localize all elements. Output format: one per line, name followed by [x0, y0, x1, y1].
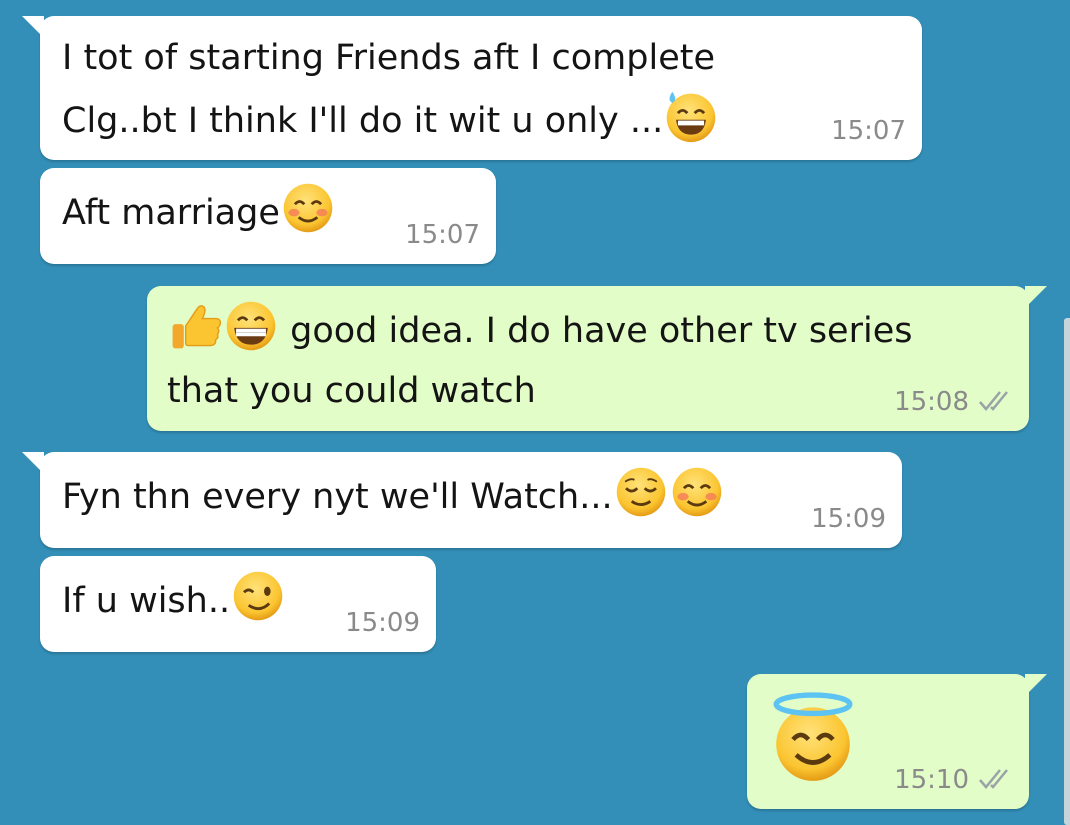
message-text: good idea. I do have other tv series tha…	[167, 298, 912, 421]
message-timestamp: 15:09	[811, 504, 886, 534]
message-timestamp: 15:07	[831, 116, 906, 146]
message-text: Aft marriage	[62, 180, 336, 243]
relieved-emoji-icon	[616, 467, 665, 517]
message-bubble-incoming[interactable]: Aft marriage 15:07	[40, 168, 496, 264]
smiling-blush-emoji-icon	[283, 183, 333, 233]
message-text: I tot of starting Friends aft I complete…	[62, 28, 719, 151]
thumbs-up-emoji-icon	[172, 305, 222, 349]
message-timestamp: 15:07	[405, 220, 480, 250]
read-ticks-icon	[979, 391, 1008, 411]
message-bubble-outgoing[interactable]: 15:10	[747, 674, 1047, 809]
winking-emoji-icon	[233, 571, 283, 621]
message-timestamp: 15:09	[345, 608, 420, 638]
message-text: Fyn thn every nyt we'll Watch...	[62, 464, 725, 527]
message-bubble-outgoing[interactable]: good idea. I do have other tv series tha…	[147, 286, 1047, 431]
halo-emoji-icon	[773, 692, 853, 781]
message-bubble-incoming[interactable]: If u wish.. 15:09	[40, 556, 436, 652]
grinning-emoji-icon	[226, 301, 276, 351]
message-timestamp: 15:10	[894, 765, 1013, 795]
scrollbar[interactable]	[1064, 318, 1070, 825]
smiling-blush-emoji-icon	[672, 467, 721, 517]
message-bubble-incoming[interactable]: I tot of starting Friends aft I complete…	[22, 16, 922, 160]
message-timestamp: 15:08	[894, 387, 1013, 417]
read-ticks-icon	[979, 769, 1008, 789]
grinning-sweat-emoji-icon	[666, 91, 716, 143]
message-bubble-incoming[interactable]: Fyn thn every nyt we'll Watch... 15:09	[22, 452, 902, 548]
message-text: If u wish..	[62, 568, 286, 631]
